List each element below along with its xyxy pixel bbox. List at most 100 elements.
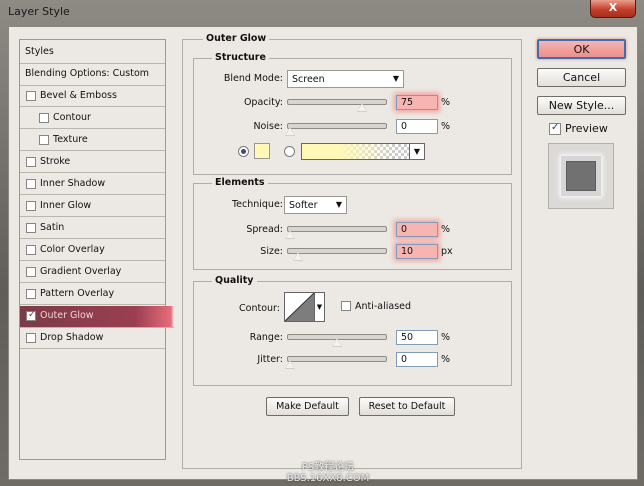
spread-slider-thumb[interactable] — [285, 230, 295, 239]
contour-preview[interactable] — [284, 292, 315, 322]
jitter-field[interactable]: 0 — [396, 352, 438, 367]
window-title: Layer Style — [8, 5, 70, 18]
style-item-label: Gradient Overlay — [40, 266, 122, 277]
styles-header-item[interactable]: Styles — [20, 40, 165, 64]
style-item-inner-shadow[interactable]: Inner Shadow — [20, 174, 165, 195]
gradient-dropdown-arrow-icon[interactable]: ▼ — [410, 143, 425, 160]
check-icon: ✓ — [551, 122, 560, 133]
style-item-color-overlay[interactable]: Color Overlay — [20, 240, 165, 261]
style-item-label: Satin — [40, 222, 65, 233]
quality-title: Quality — [212, 275, 257, 286]
style-item-inner-glow[interactable]: Inner Glow — [20, 196, 165, 217]
contour-curve-icon — [284, 292, 315, 322]
pattern-overlay-checkbox[interactable] — [26, 289, 36, 299]
glow-color-swatch[interactable] — [254, 143, 270, 159]
watermark-line-2: BBS.16XX8.COM — [286, 473, 370, 484]
close-icon[interactable]: X — [590, 0, 636, 18]
jitter-slider-thumb[interactable] — [285, 360, 295, 369]
blending-options-item[interactable]: Blending Options: Custom — [20, 64, 165, 86]
style-item-contour[interactable]: Contour — [20, 108, 165, 129]
style-item-outer-glow[interactable]: ✓ Outer Glow — [20, 306, 174, 328]
style-item-satin[interactable]: Satin — [20, 218, 165, 239]
anti-aliased-label: Anti-aliased — [355, 301, 412, 312]
noise-field[interactable]: 0 — [396, 119, 438, 134]
solid-color-radio[interactable] — [238, 146, 249, 157]
drop-shadow-checkbox[interactable] — [26, 333, 36, 343]
preview-checkbox[interactable]: ✓ — [549, 122, 561, 135]
blend-mode-label: Blend Mode: — [223, 73, 283, 84]
color-overlay-checkbox[interactable] — [26, 245, 36, 255]
opacity-slider-thumb[interactable] — [357, 103, 367, 112]
layer-style-window: Layer Style X Styles Blending Options: C… — [0, 0, 644, 486]
style-item-gradient-overlay[interactable]: Gradient Overlay — [20, 262, 165, 283]
new-style-button[interactable]: New Style... — [537, 96, 626, 115]
check-icon: ✓ — [28, 310, 36, 320]
style-item-bevel-emboss[interactable]: Bevel & Emboss — [20, 86, 165, 107]
anti-aliased-checkbox[interactable] — [341, 301, 351, 311]
preview-swatch — [566, 161, 596, 191]
noise-unit: % — [441, 121, 451, 132]
stroke-checkbox[interactable] — [26, 157, 36, 167]
style-item-label: Stroke — [40, 156, 71, 167]
style-item-label: Drop Shadow — [40, 332, 104, 343]
range-field[interactable]: 50 — [396, 330, 438, 345]
styles-list: Styles Blending Options: Custom Bevel & … — [19, 39, 174, 460]
size-field[interactable]: 10 — [396, 244, 438, 259]
reset-to-default-button[interactable]: Reset to Default — [359, 397, 455, 416]
watermark-line-1: PS教程论坛 — [301, 462, 355, 473]
gradient-overlay-checkbox[interactable] — [26, 267, 36, 277]
style-item-texture[interactable]: Texture — [20, 130, 165, 151]
style-item-label: Contour — [53, 112, 91, 123]
noise-slider-thumb[interactable] — [285, 127, 295, 136]
preview-box — [548, 143, 614, 209]
structure-group: Structure Blend Mode: Screen ▼ Opacity: … — [193, 52, 512, 175]
noise-slider[interactable] — [287, 123, 387, 129]
make-default-button[interactable]: Make Default — [266, 397, 349, 416]
size-label: Size: — [260, 246, 283, 257]
inner-shadow-checkbox[interactable] — [26, 179, 36, 189]
style-item-label: Pattern Overlay — [40, 288, 115, 299]
style-item-pattern-overlay[interactable]: Pattern Overlay — [20, 284, 165, 305]
style-item-label: Inner Shadow — [40, 178, 106, 189]
blend-mode-dropdown[interactable]: Screen ▼ — [287, 70, 404, 88]
spread-slider[interactable] — [287, 226, 387, 232]
noise-label: Noise: — [253, 121, 283, 132]
spread-field[interactable]: 0 — [396, 222, 438, 237]
blending-options-label: Blending Options: Custom — [25, 68, 150, 79]
jitter-label: Jitter: — [257, 354, 283, 365]
contour-checkbox[interactable] — [39, 113, 49, 123]
style-item-label: Inner Glow — [40, 200, 92, 211]
outer-glow-checkbox[interactable]: ✓ — [26, 310, 36, 321]
range-unit: % — [441, 332, 451, 343]
size-unit: px — [441, 246, 453, 257]
style-item-drop-shadow[interactable]: Drop Shadow — [20, 328, 165, 349]
title-bar[interactable]: Layer Style X — [0, 0, 644, 24]
elements-title: Elements — [212, 177, 268, 188]
spread-unit: % — [441, 224, 451, 235]
dialog-client: Styles Blending Options: Custom Bevel & … — [8, 26, 638, 480]
range-slider-thumb[interactable] — [332, 338, 342, 347]
gradient-radio[interactable] — [284, 146, 295, 157]
elements-group: Elements Technique: Softer ▼ Spread: 0 %… — [193, 177, 512, 270]
style-item-stroke[interactable]: Stroke — [20, 152, 165, 173]
cancel-button[interactable]: Cancel — [537, 68, 626, 87]
structure-title: Structure — [212, 52, 269, 63]
style-item-label: Texture — [53, 134, 88, 145]
gradient-picker[interactable] — [301, 143, 410, 160]
satin-checkbox[interactable] — [26, 223, 36, 233]
ok-button[interactable]: OK — [537, 39, 626, 59]
technique-label: Technique: — [231, 199, 283, 210]
jitter-slider[interactable] — [287, 356, 387, 362]
opacity-slider[interactable] — [287, 99, 387, 105]
styles-header-label: Styles — [25, 46, 54, 57]
chevron-down-icon: ▼ — [392, 74, 399, 83]
texture-checkbox[interactable] — [39, 135, 49, 145]
inner-glow-checkbox[interactable] — [26, 201, 36, 211]
technique-dropdown[interactable]: Softer ▼ — [284, 196, 347, 214]
contour-dropdown-arrow-icon[interactable]: ▼ — [315, 292, 325, 322]
preview-label: Preview — [565, 122, 608, 135]
size-slider-thumb[interactable] — [293, 252, 303, 261]
opacity-label: Opacity: — [243, 97, 283, 108]
opacity-field[interactable]: 75 — [396, 95, 438, 110]
bevel-emboss-checkbox[interactable] — [26, 91, 36, 101]
